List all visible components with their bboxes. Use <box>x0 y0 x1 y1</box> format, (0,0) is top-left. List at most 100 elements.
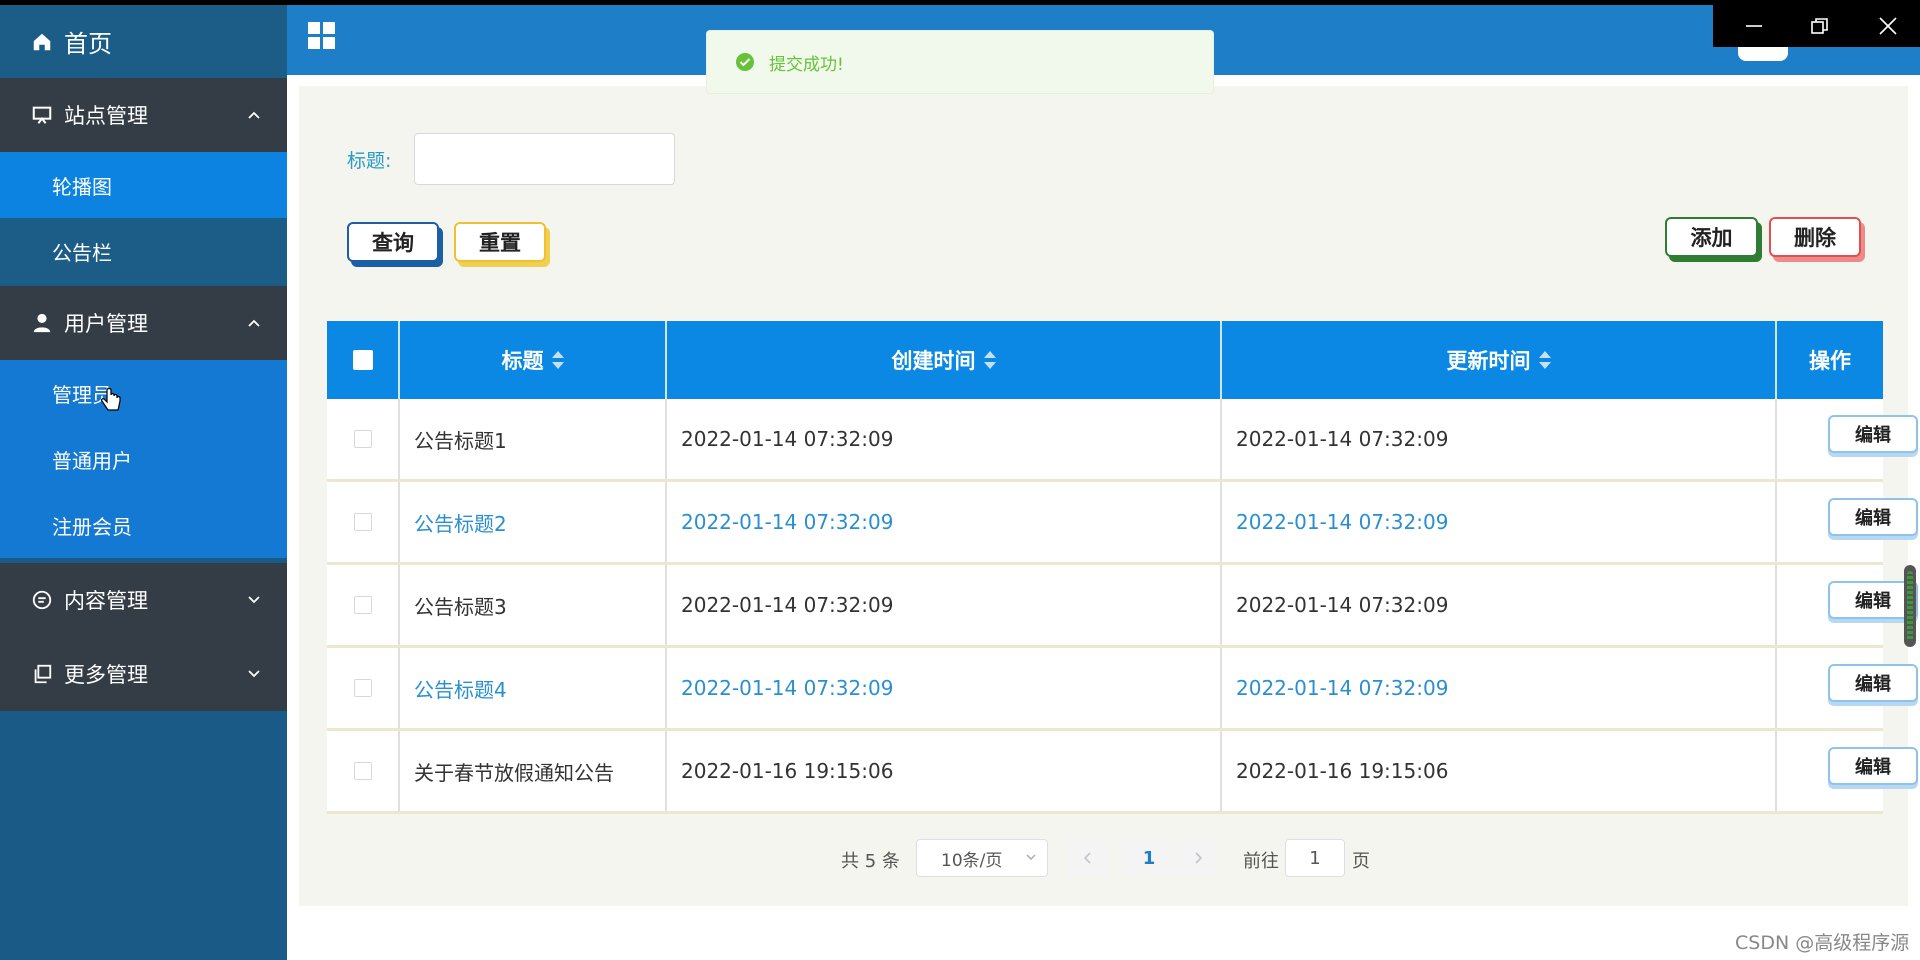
success-toast: 提交成功! <box>706 30 1214 94</box>
cell-updated: 2022-01-14 07:32:09 <box>1222 482 1777 562</box>
minimize-icon[interactable] <box>1743 15 1765 37</box>
cell-title: 公告标题3 <box>400 565 667 645</box>
sidebar-item-member[interactable]: 注册会员 <box>0 492 287 558</box>
sidebar-group-more[interactable]: 更多管理 <box>0 637 287 711</box>
check-circle-icon <box>736 53 754 71</box>
sidebar-home-label: 首页 <box>64 30 112 58</box>
row-checkbox-cell[interactable] <box>327 648 400 728</box>
query-button[interactable]: 查询 <box>347 222 439 262</box>
sidebar-group-label: 用户管理 <box>64 312 148 336</box>
watermark: CSDN @高级程序源 <box>1735 932 1910 954</box>
next-page-button[interactable] <box>1179 839 1217 877</box>
copy-icon <box>30 662 54 686</box>
cell-created: 2022-01-16 19:15:06 <box>667 731 1222 811</box>
row-checkbox-cell[interactable] <box>327 731 400 811</box>
row-checkbox[interactable] <box>353 762 372 780</box>
chevron-left-icon <box>1083 852 1091 864</box>
column-header-title[interactable]: 标题 <box>400 321 667 399</box>
sidebar-group-label: 内容管理 <box>64 589 148 613</box>
table-row: 公告标题4 2022-01-14 07:32:09 2022-01-14 07:… <box>327 648 1918 731</box>
edit-button[interactable]: 编辑 <box>1828 415 1918 453</box>
edit-button[interactable]: 编辑 <box>1828 498 1918 536</box>
home-icon <box>30 30 54 54</box>
select-all-checkbox[interactable] <box>352 350 373 370</box>
prev-page-button[interactable] <box>1069 839 1107 877</box>
table-header: 标题 创建时间 更新时间 操作 <box>327 321 1883 399</box>
delete-button[interactable]: 删除 <box>1769 217 1861 257</box>
sidebar-item-label: 轮播图 <box>52 174 112 199</box>
sidebar-group-label: 更多管理 <box>64 663 148 687</box>
row-checkbox[interactable] <box>353 513 372 531</box>
title-input[interactable] <box>414 133 675 185</box>
row-checkbox-cell[interactable] <box>327 399 400 479</box>
row-checkbox-cell[interactable] <box>327 482 400 562</box>
goto-label: 前往 <box>1243 851 1279 872</box>
page-size-select[interactable]: 10条/页 <box>916 839 1048 877</box>
chevron-right-icon <box>1195 852 1203 864</box>
table-row: 关于春节放假通知公告 2022-01-16 19:15:06 2022-01-1… <box>327 731 1918 814</box>
sidebar-group-user[interactable]: 用户管理 <box>0 286 287 360</box>
cell-updated: 2022-01-14 07:32:09 <box>1222 565 1777 645</box>
row-checkbox[interactable] <box>353 596 372 614</box>
sidebar-item-carousel[interactable]: 轮播图 <box>0 152 287 218</box>
sidebar-group-content[interactable]: 内容管理 <box>0 563 287 637</box>
sidebar-item-label: 普通用户 <box>52 448 132 473</box>
cell-title: 关于春节放假通知公告 <box>400 731 667 811</box>
sidebar-group-site[interactable]: 站点管理 <box>0 78 287 152</box>
monitor-icon <box>30 103 54 127</box>
grid-menu-icon[interactable] <box>307 21 337 51</box>
column-header-updated[interactable]: 更新时间 <box>1222 321 1777 399</box>
sidebar-item-admin[interactable]: 管理员 <box>0 360 287 426</box>
row-checkbox-cell[interactable] <box>327 565 400 645</box>
sidebar-group-label: 站点管理 <box>64 104 148 128</box>
add-button[interactable]: 添加 <box>1665 217 1758 257</box>
goto-page-input[interactable]: 1 <box>1285 839 1345 877</box>
main-panel: 标题: 查询 重置 添加 删除 标题 创建时间 更新时间 操作 公告标题1 20… <box>299 86 1918 906</box>
restore-icon[interactable] <box>1809 15 1831 37</box>
column-header-label: 操作 <box>1809 349 1851 373</box>
cell-title: 公告标题2 <box>400 482 667 562</box>
user-icon <box>30 311 54 335</box>
cell-created: 2022-01-14 07:32:09 <box>667 399 1222 479</box>
cell-created: 2022-01-14 07:32:09 <box>667 565 1222 645</box>
scrollbar[interactable] <box>1904 565 1916 647</box>
cell-created: 2022-01-14 07:32:09 <box>667 648 1222 728</box>
column-header-actions: 操作 <box>1777 321 1883 399</box>
chevron-up-icon <box>248 111 260 119</box>
select-all-cell[interactable] <box>327 321 400 399</box>
chevron-up-icon <box>248 319 260 327</box>
toast-message: 提交成功! <box>769 54 844 75</box>
sidebar-item-normal-user[interactable]: 普通用户 <box>0 426 287 492</box>
sidebar-item-notice[interactable]: 公告栏 <box>0 218 287 284</box>
page-size-value: 10条/页 <box>941 850 1003 871</box>
cell-updated: 2022-01-16 19:15:06 <box>1222 731 1777 811</box>
chevron-down-icon <box>248 670 260 678</box>
edit-button[interactable]: 编辑 <box>1828 747 1918 785</box>
sort-icon[interactable] <box>983 351 996 369</box>
column-header-created[interactable]: 创建时间 <box>667 321 1222 399</box>
close-icon[interactable] <box>1877 15 1899 37</box>
sidebar-item-label: 公告栏 <box>52 240 112 265</box>
cell-title: 公告标题4 <box>400 648 667 728</box>
column-header-label: 更新时间 <box>1446 349 1531 373</box>
table-row: 公告标题3 2022-01-14 07:32:09 2022-01-14 07:… <box>327 565 1918 648</box>
sidebar-item-home[interactable]: 首页 <box>0 5 287 78</box>
sort-icon[interactable] <box>551 351 564 369</box>
page-number[interactable]: 1 <box>1121 839 1177 877</box>
table-row: 公告标题1 2022-01-14 07:32:09 2022-01-14 07:… <box>327 399 1918 482</box>
row-checkbox[interactable] <box>353 679 372 697</box>
title-label: 标题: <box>347 150 392 172</box>
cell-updated: 2022-01-14 07:32:09 <box>1222 648 1777 728</box>
row-checkbox[interactable] <box>353 430 372 448</box>
window-controls <box>1713 5 1920 47</box>
page-unit-label: 页 <box>1352 851 1370 872</box>
hand-cursor-icon <box>101 388 121 411</box>
chat-icon <box>30 588 54 612</box>
cell-updated: 2022-01-14 07:32:09 <box>1222 399 1777 479</box>
table-row: 公告标题2 2022-01-14 07:32:09 2022-01-14 07:… <box>327 482 1918 565</box>
chevron-down-icon <box>248 596 260 604</box>
pagination-total: 共 5 条 <box>841 851 900 872</box>
sort-icon[interactable] <box>1538 351 1551 369</box>
edit-button[interactable]: 编辑 <box>1828 664 1918 702</box>
reset-button[interactable]: 重置 <box>454 222 546 262</box>
